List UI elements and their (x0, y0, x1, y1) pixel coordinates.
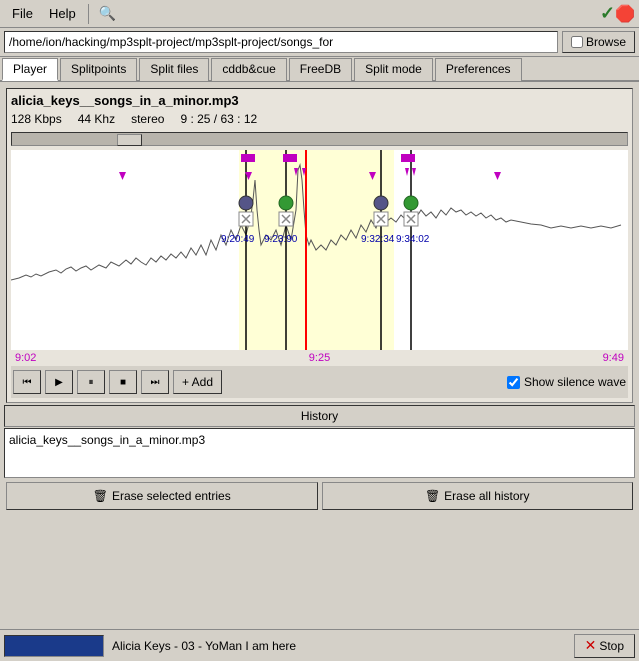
app-stop-icon[interactable]: 🛑 (615, 4, 635, 24)
scrollbar-thumb[interactable] (117, 134, 142, 146)
svg-text:9:20:49: 9:20:49 (221, 234, 255, 245)
menu-separator (88, 4, 89, 24)
time-mid: 9:25 (309, 352, 330, 364)
tab-split-files[interactable]: Split files (139, 58, 209, 81)
channels: stereo (131, 112, 164, 126)
history-section: History alicia_keys__songs_in_a_minor.mp… (4, 405, 635, 514)
tab-freedb[interactable]: FreeDB (289, 58, 352, 81)
erase-all-label: Erase all history (444, 489, 529, 503)
browse-checkbox[interactable] (571, 36, 583, 48)
menubar: File Help 🔍 ✓ 🛑 (0, 0, 639, 28)
erase-selected-label: Erase selected entries (112, 489, 231, 503)
history-list[interactable]: alicia_keys__songs_in_a_minor.mp3 (4, 428, 635, 478)
tab-split-mode[interactable]: Split mode (354, 58, 433, 81)
history-header: History (4, 405, 635, 427)
play-button[interactable]: ▶ (45, 370, 73, 394)
seek-scrollbar[interactable] (11, 132, 628, 146)
player-panel: alicia_keys__songs_in_a_minor.mp3 128 Kb… (6, 88, 633, 403)
statusbar: Alicia Keys - 03 - YoMan I am here ✕ Sto… (0, 629, 639, 661)
tab-splitpoints[interactable]: Splitpoints (60, 58, 137, 81)
waveform-display[interactable]: 9:20:49 9:23:90 9:32:34 9:34:02 (11, 150, 628, 350)
filename: alicia_keys__songs_in_a_minor.mp3 (11, 93, 628, 108)
bitrate: 128 Kbps (11, 112, 62, 126)
show-silence-container: Show silence wave (507, 375, 626, 389)
path-input[interactable] (4, 31, 558, 53)
rewind-button[interactable]: ⏮ (13, 370, 41, 394)
progress-bar (4, 635, 104, 657)
time-display: 9 : 25 / 63 : 12 (180, 112, 257, 126)
browse-label: Browse (586, 35, 626, 49)
search-icon[interactable]: 🔍 (93, 3, 122, 24)
sample-rate: 44 Khz (78, 112, 115, 126)
file-info: 128 Kbps 44 Khz stereo 9 : 25 / 63 : 12 (11, 112, 628, 126)
trash-icon: 🗑 (93, 489, 108, 503)
show-silence-checkbox[interactable] (507, 376, 520, 389)
svg-text:9:34:02: 9:34:02 (396, 234, 430, 245)
trash-all-icon: 🗑 (425, 489, 440, 503)
pathbar: Browse (0, 28, 639, 57)
menu-file[interactable]: File (4, 4, 41, 23)
stop-label: Stop (599, 639, 624, 653)
menu-help[interactable]: Help (41, 4, 84, 23)
time-labels: 9:02 9:25 9:49 (11, 350, 628, 366)
tab-preferences[interactable]: Preferences (435, 58, 522, 81)
tab-cddb[interactable]: cddb&cue (211, 58, 286, 81)
check-icon: ✓ (600, 3, 615, 24)
history-buttons: 🗑 Erase selected entries 🗑 Erase all his… (4, 478, 635, 514)
svg-text:9:32:34: 9:32:34 (361, 234, 395, 245)
add-button[interactable]: + Add (173, 370, 222, 394)
time-end: 9:49 (603, 352, 624, 364)
status-track: Alicia Keys - 03 - YoMan I am here (108, 639, 574, 653)
stop-button[interactable]: ✕ Stop (574, 634, 635, 658)
stop-x-icon: ✕ (585, 637, 597, 654)
erase-selected-button[interactable]: 🗑 Erase selected entries (6, 482, 318, 510)
pause-button[interactable]: ⏸ (77, 370, 105, 394)
waveform-svg: 9:20:49 9:23:90 9:32:34 9:34:02 (11, 150, 628, 350)
tab-player[interactable]: Player (2, 58, 58, 81)
tabs: Player Splitpoints Split files cddb&cue … (0, 57, 639, 82)
svg-text:9:23:90: 9:23:90 (264, 234, 298, 245)
show-silence-label: Show silence wave (524, 375, 626, 389)
stop-transport-button[interactable]: ■ (109, 370, 137, 394)
time-start: 9:02 (15, 352, 36, 364)
erase-all-button[interactable]: 🗑 Erase all history (322, 482, 634, 510)
forward-button[interactable]: ⏭ (141, 370, 169, 394)
transport-controls: ⏮ ▶ ⏸ ■ ⏭ + Add Show silence wave (11, 366, 628, 398)
browse-button[interactable]: Browse (562, 31, 635, 53)
history-entry[interactable]: alicia_keys__songs_in_a_minor.mp3 (9, 433, 630, 447)
